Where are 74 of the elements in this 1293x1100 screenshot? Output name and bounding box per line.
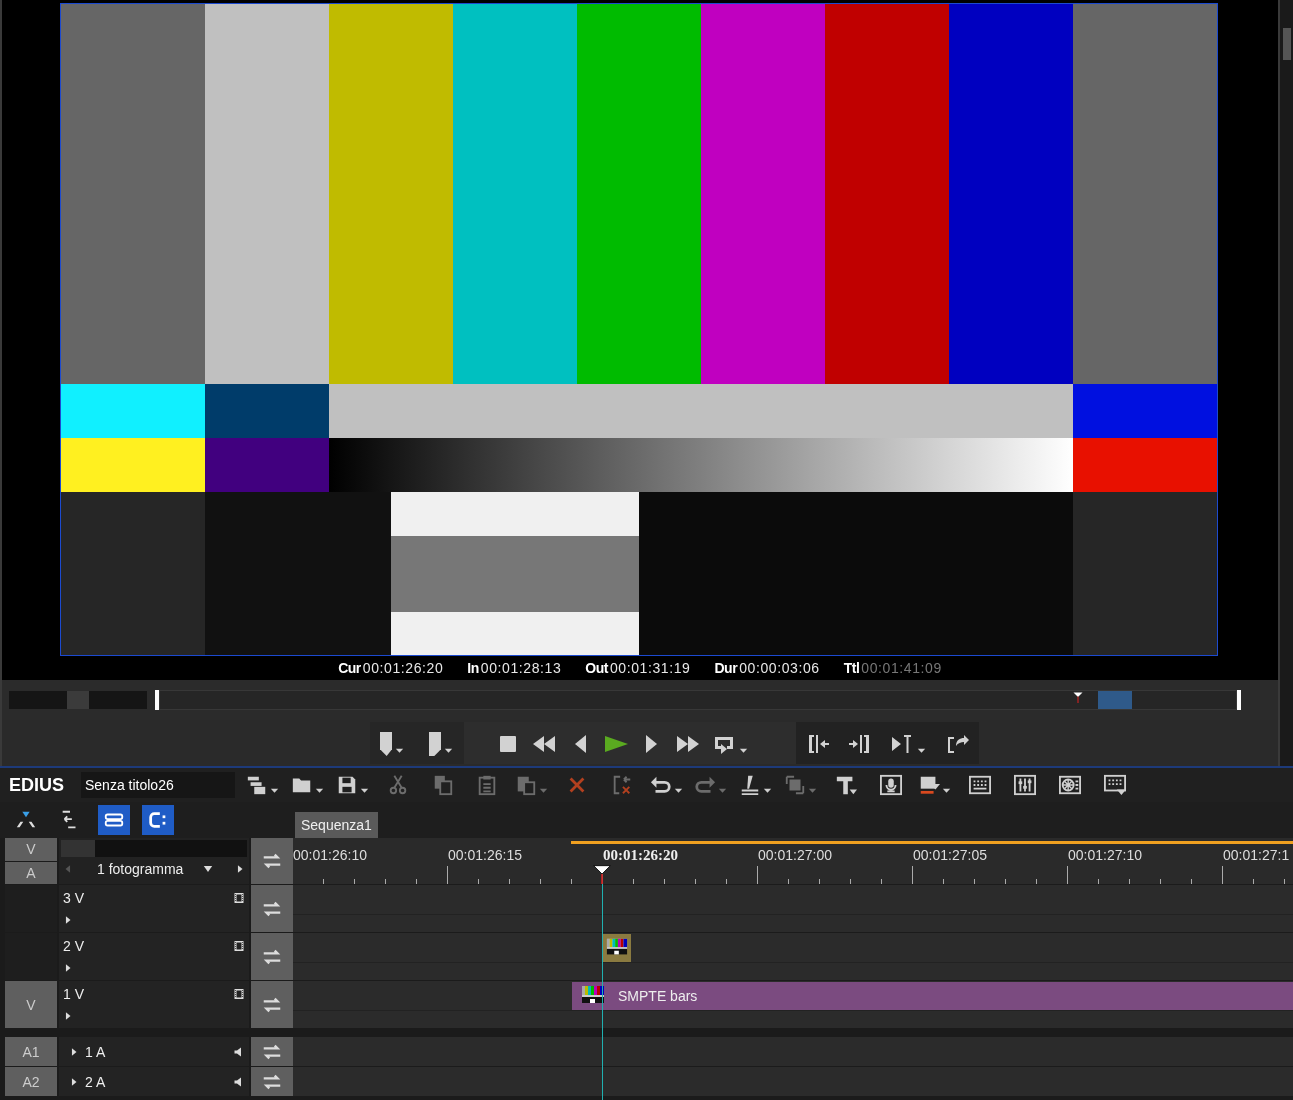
shuttle-slider[interactable] [9,691,147,709]
sync-lock-button[interactable] [251,838,293,884]
track-patch-button[interactable]: A1 [5,1037,57,1066]
track-mode-button[interactable]: A [5,861,57,884]
track-patch-button[interactable]: V [5,981,57,1028]
timecode-label: In [467,660,479,678]
track-name: 2 V [63,937,84,954]
dropdown-arrow-icon [203,864,214,874]
position-slider[interactable] [159,690,1237,710]
ruler-timecode: 00:01:27:00 [758,847,832,863]
shuttle-thumb[interactable] [67,691,89,709]
wheel-icon [1058,774,1081,796]
sync-lock-button[interactable] [251,885,293,932]
ruler-timecode: 00:01:26:20 [603,847,678,864]
timeline-ruler[interactable]: 00:01:26:10 00:01:26:15 00:01:26:20 00:01:27:00 00:01:27:05 00:01:27:10 00:01:27:1 [293,838,1293,884]
project-name-field[interactable]: Senza titolo26 [81,772,235,798]
sequence-tab[interactable]: Sequenza1 [295,812,378,838]
ruler-timecode: 00:01:27:05 [913,847,987,863]
text-icon [834,774,857,796]
timecode-value: 00:01:28:13 [480,660,562,678]
ruler-timecode: 00:01:27:1 [1223,847,1290,863]
sync-lock-button[interactable] [251,933,293,980]
set-in-icon [806,732,830,756]
ruler-timecode: 00:01:27:10 [1068,847,1142,863]
timecode-value: 00:01:31:19 [609,660,691,678]
timecode-label: Cur [338,660,361,678]
film-icon [233,938,245,953]
sync-mode-button[interactable] [142,805,174,835]
split-icon [890,732,914,756]
mixer-icon [1013,774,1036,796]
video-clip[interactable]: SMPTE bars [572,982,1293,1010]
track-patch-button[interactable]: A2 [5,1067,57,1096]
sync-lock-button[interactable] [251,1037,293,1066]
track-name: 3 V [63,889,84,906]
ruler-timecode: 00:01:26:15 [448,847,522,863]
mark-in-icon [380,732,392,756]
save-icon [336,774,358,796]
app-name: EDIUS [9,774,65,796]
sync-lock-button[interactable] [251,1067,293,1096]
film-icon [233,890,245,905]
zoom-slider-thumb[interactable] [61,840,95,857]
export-icon [945,732,969,756]
playhead-marker[interactable] [592,864,612,884]
clip-name: SMPTE bars [618,988,698,1004]
mark-in-button[interactable] [380,730,405,756]
film-icon [233,986,245,1001]
set-out-icon [848,732,872,756]
overlay-icon [783,774,806,796]
timecode-label: Out [585,660,608,678]
link-mode-button[interactable] [98,805,130,835]
in-out-range [1098,691,1132,709]
mark-out-button[interactable] [429,730,454,756]
timecode-value: 00:01:41:09 [861,660,942,678]
mark-out-icon [429,732,441,756]
timecode-value: 00:00:03:06 [739,660,820,678]
timecode-label: Ttl [843,660,860,678]
track-mode-button[interactable]: V [5,838,57,861]
clip-thumbnail[interactable] [603,934,631,962]
timecode-value: 00:01:26:20 [362,660,444,678]
timecode-label: Dur [714,660,738,678]
out-point-handle[interactable] [1237,690,1241,710]
track-name: 2 A [85,1073,106,1090]
paste-icon [515,774,538,796]
grid-icon [969,774,992,796]
scrollbar-thumb[interactable] [1283,28,1291,60]
ruler-timecode: 00:01:26:10 [293,847,367,863]
track-name: 1 V [63,985,84,1002]
film-icon [918,774,941,796]
sync-lock-button[interactable] [251,981,293,1028]
zoom-slider[interactable] [61,840,247,857]
microphone-icon [879,774,902,796]
in-point-handle[interactable] [155,690,159,710]
track-name: 1 A [85,1043,106,1060]
keyboard-icon [1103,774,1126,796]
